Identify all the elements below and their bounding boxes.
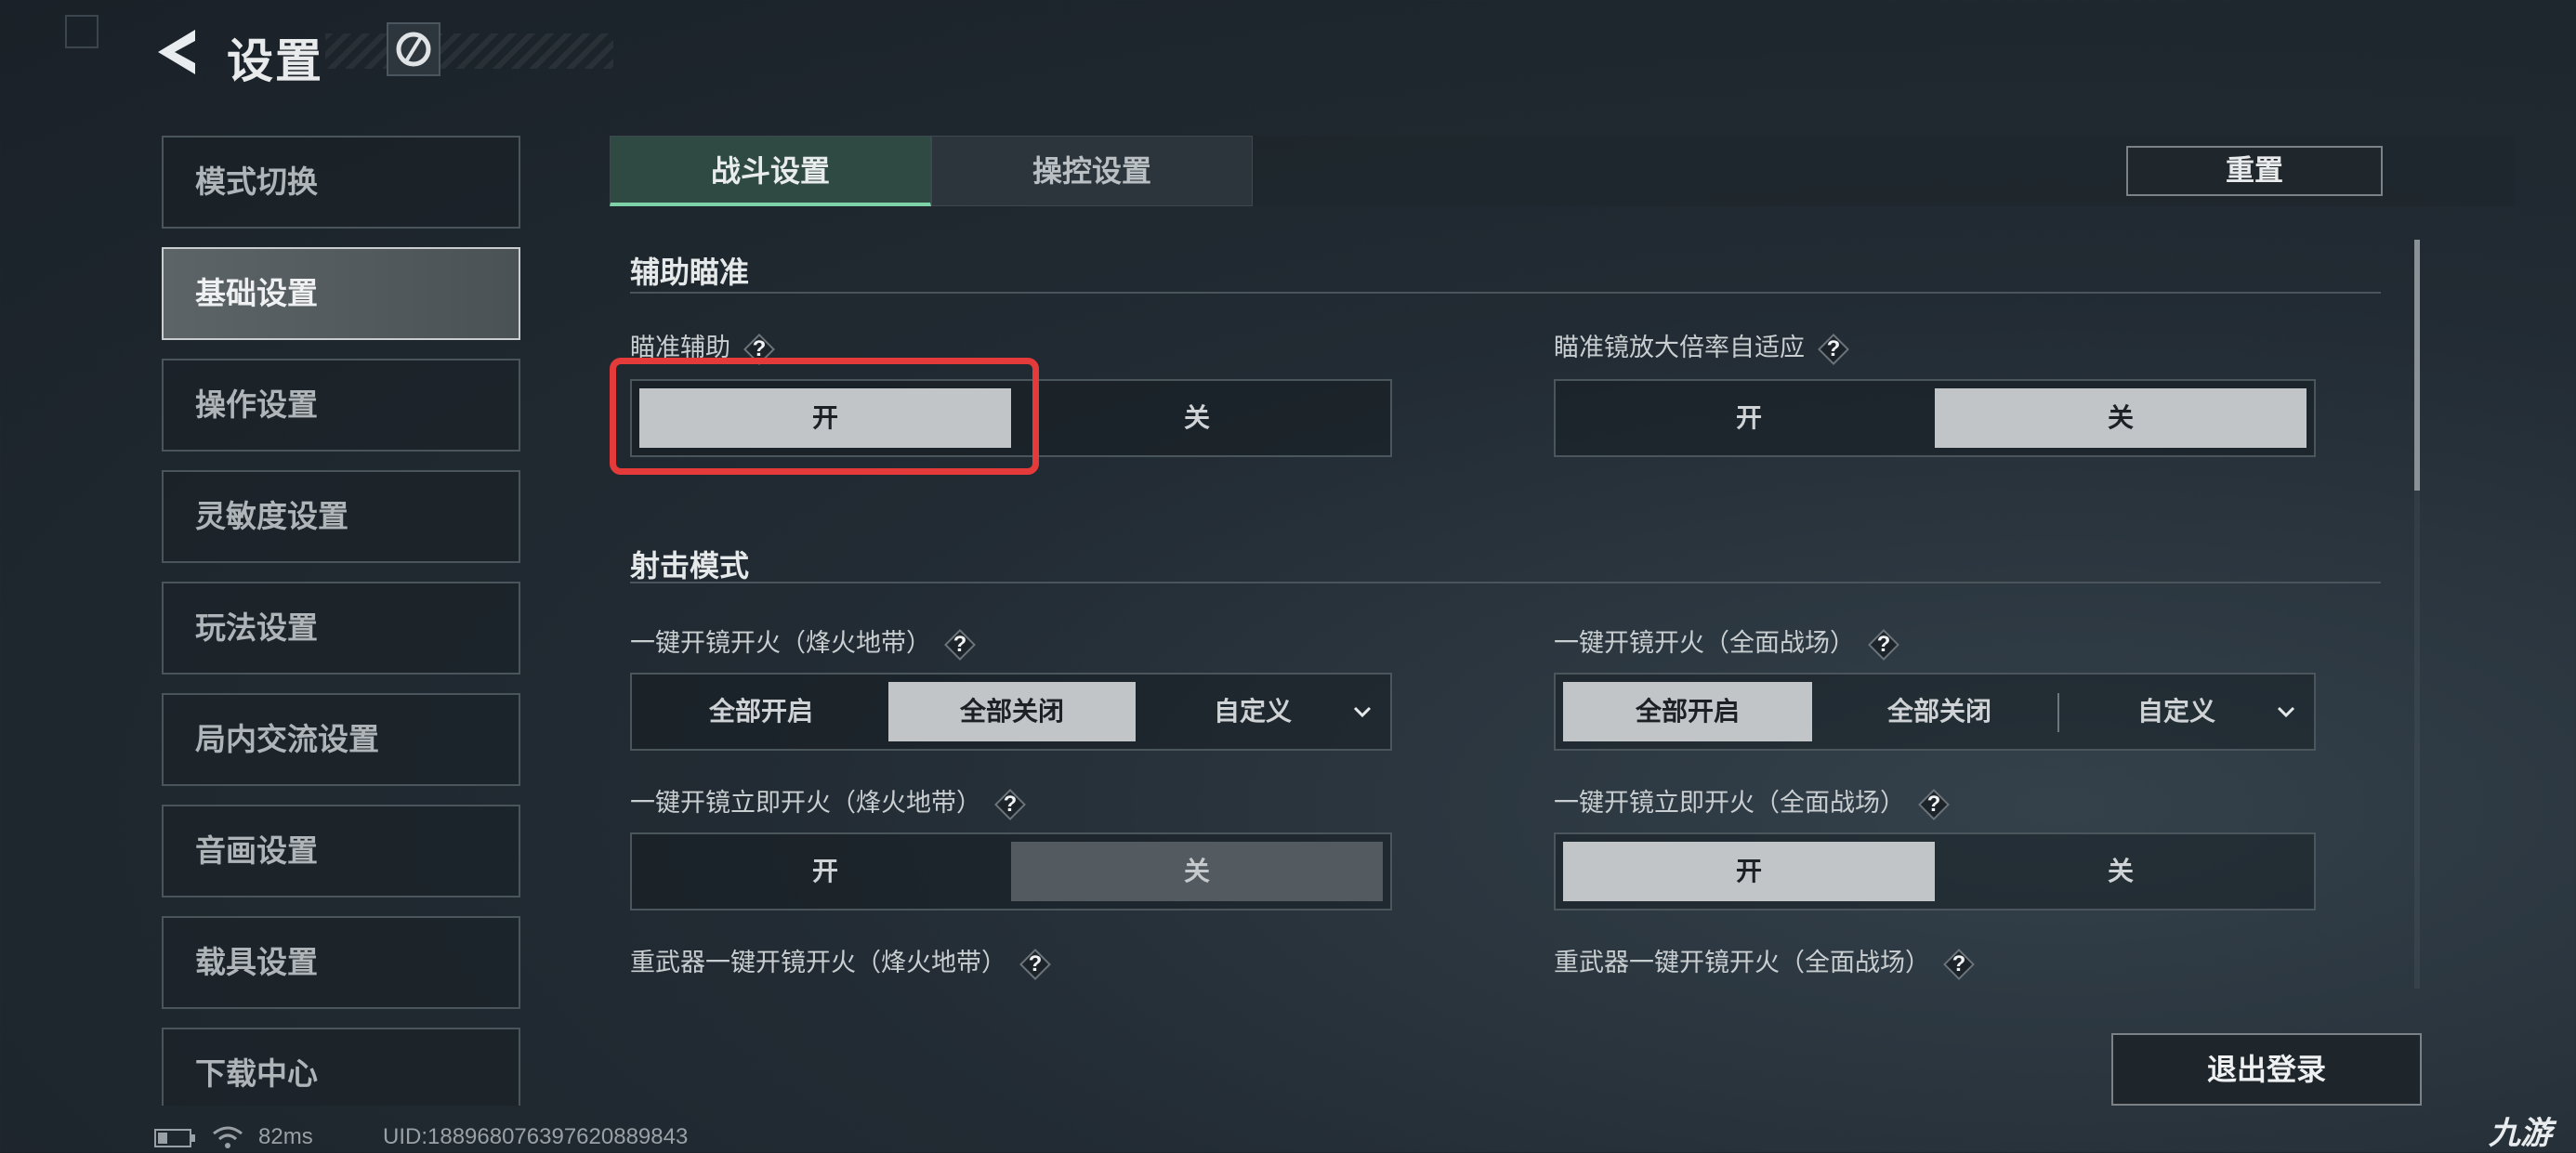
chevron-down-icon[interactable] — [1353, 702, 1372, 721]
wifi-icon — [213, 1126, 243, 1148]
header-decoration — [325, 33, 613, 69]
battery-icon — [154, 1129, 195, 1147]
option-all-on[interactable]: 全部开启 — [1563, 682, 1812, 741]
sidebar-item-operation-settings[interactable]: 操作设置 — [162, 359, 520, 452]
reset-button[interactable]: 重置 — [2126, 146, 2383, 196]
sidebar-item-download[interactable]: 下载中心 — [162, 1028, 520, 1106]
option-off[interactable]: 关 — [1935, 388, 2307, 448]
help-icon[interactable]: ? — [1918, 789, 1950, 820]
option-off[interactable]: 关 — [1935, 842, 2307, 901]
section-title-fire-mode: 射击模式 — [630, 549, 750, 583]
one-key-scope-fullbattle-selector: 全部开启 全部关闭 自定义 — [1554, 673, 2316, 751]
option-on[interactable]: 开 — [639, 842, 1011, 901]
section-title-aim: 辅助瞄准 — [630, 255, 750, 289]
option-on[interactable]: 开 — [1563, 388, 1935, 448]
help-icon[interactable]: ? — [1818, 334, 1849, 365]
sidebar-item-communication[interactable]: 局内交流设置 — [162, 693, 520, 786]
tab-combat-settings[interactable]: 战斗设置 — [610, 136, 931, 206]
highlight-annotation — [610, 358, 1039, 475]
sidebar-item-mode-switch[interactable]: 模式切换 — [162, 136, 520, 229]
setting-label-scope-adapt: 瞄准镜放大倍率自适应? — [1554, 327, 1849, 365]
corner-checkbox — [65, 15, 99, 48]
game-logo-icon — [387, 22, 440, 76]
instant-fire-warzone-toggle: 开 关 — [630, 832, 1392, 911]
help-icon[interactable]: ? — [1019, 949, 1051, 980]
help-icon[interactable]: ? — [1943, 949, 1975, 980]
sidebar-item-gameplay[interactable]: 玩法设置 — [162, 582, 520, 675]
scope-adapt-toggle: 开 关 — [1554, 379, 2316, 457]
option-off[interactable]: 关 — [1011, 388, 1383, 448]
setting-label-heavy-warzone: 重武器一键开镜开火（烽火地带）? — [630, 942, 1051, 980]
watermark-logo: 九游 — [2489, 1116, 2552, 1151]
uid-text: UID:1889680763976208898​43 — [383, 1124, 689, 1149]
tab-control-settings[interactable]: 操控设置 — [931, 136, 1253, 206]
setting-label-instant-fire-warzone: 一键开镜立即开火（烽火地带）? — [630, 782, 1026, 820]
help-icon[interactable]: ? — [944, 629, 976, 661]
option-on[interactable]: 开 — [1563, 842, 1935, 901]
option-all-on[interactable]: 全部开启 — [639, 682, 883, 741]
option-all-off[interactable]: 全部关闭 — [1816, 682, 2063, 741]
instant-fire-fullbattle-toggle: 开 关 — [1554, 832, 2316, 911]
sidebar-item-vehicle[interactable]: 载具设置 — [162, 916, 520, 1009]
sidebar-item-audio-video[interactable]: 音画设置 — [162, 805, 520, 898]
page-title: 设置 — [227, 35, 323, 87]
ping-text: 82ms — [258, 1124, 313, 1149]
divider — [630, 582, 2381, 583]
setting-label-instant-fire-fullbattle: 一键开镜立即开火（全面战场）? — [1554, 782, 1950, 820]
one-key-scope-warzone-selector: 全部开启 全部关闭 自定义 — [630, 673, 1392, 751]
help-icon[interactable]: ? — [994, 789, 1026, 820]
divider — [630, 292, 2381, 294]
divider — [2057, 693, 2059, 732]
option-custom[interactable]: 自定义 — [2065, 682, 2288, 741]
chevron-down-icon[interactable] — [2277, 702, 2295, 721]
scrollbar-thumb[interactable] — [2414, 240, 2420, 491]
option-all-off[interactable]: 全部关闭 — [888, 682, 1136, 741]
sidebar-item-sensitivity[interactable]: 灵敏度设置 — [162, 470, 520, 563]
setting-label-heavy-fullbattle: 重武器一键开镜开火（全面战场）? — [1554, 942, 1975, 980]
setting-label-one-key-scope-fullbattle: 一键开镜开火（全面战场）? — [1554, 622, 1899, 661]
back-arrow-icon[interactable] — [154, 26, 199, 78]
setting-label-one-key-scope-warzone: 一键开镜开火（烽火地带）? — [630, 622, 976, 661]
option-off[interactable]: 关 — [1011, 842, 1383, 901]
logout-button[interactable]: 退出登录 — [2111, 1033, 2422, 1106]
help-icon[interactable]: ? — [1868, 629, 1899, 661]
sidebar-item-basic-settings[interactable]: 基础设置 — [162, 247, 520, 340]
option-custom[interactable]: 自定义 — [1141, 682, 1364, 741]
